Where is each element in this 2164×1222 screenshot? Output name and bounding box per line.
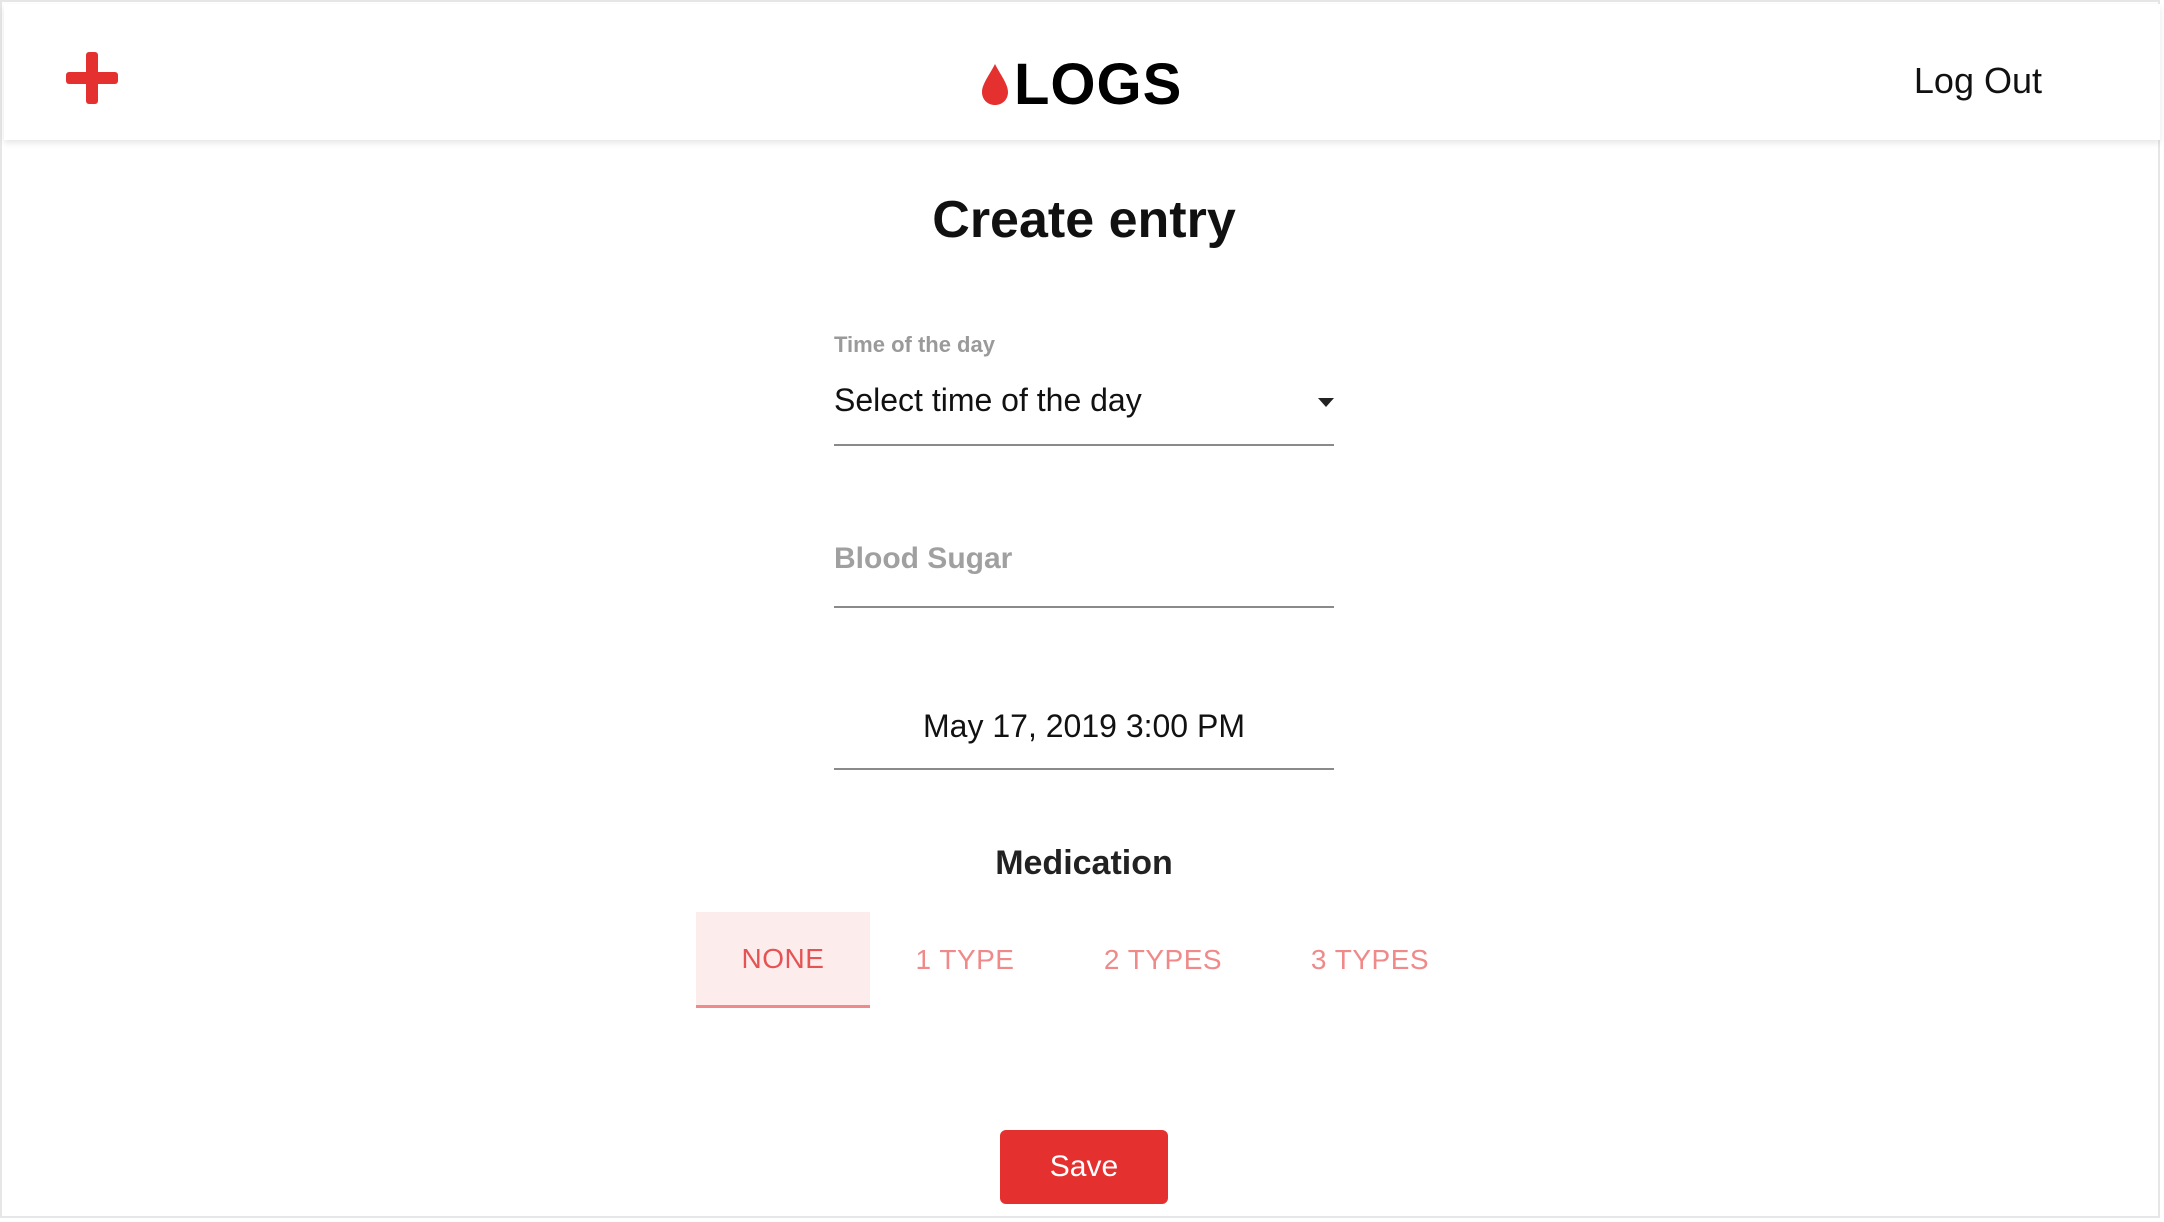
medication-tab-3-types[interactable]: 3 TYPES — [1266, 912, 1474, 1008]
brand-logo: LOGS — [980, 52, 1182, 117]
medication-heading: Medication — [995, 844, 1173, 882]
time-of-day-label: Time of the day — [834, 332, 995, 357]
caret-down-icon — [1318, 398, 1334, 407]
medication-tab-1-type[interactable]: 1 TYPE — [870, 912, 1060, 1008]
time-of-day-select[interactable]: Time of the day Select time of the day — [834, 324, 1334, 446]
save-button[interactable]: Save — [1000, 1130, 1168, 1204]
top-bar: LOGS Log Out — [4, 4, 2160, 140]
medication-tab-2-types[interactable]: 2 TYPES — [1060, 912, 1266, 1008]
add-entry-plus-icon[interactable] — [62, 48, 122, 108]
date-time-value: May 17, 2019 3:00 PM — [923, 708, 1245, 744]
date-time-field[interactable]: May 17, 2019 3:00 PM — [834, 692, 1334, 770]
brand-name: LOGS — [1014, 51, 1183, 117]
page-title: Create entry — [932, 191, 1236, 249]
blood-sugar-field[interactable] — [834, 522, 1334, 608]
logout-link[interactable]: Log Out — [1914, 60, 2042, 102]
medication-tab-none[interactable]: NONE — [696, 912, 870, 1008]
time-of-day-value: Select time of the day — [834, 382, 1142, 418]
app-window: LOGS Log Out Create entry Time of the da… — [0, 0, 2160, 1218]
blood-sugar-input[interactable] — [834, 542, 1334, 576]
blood-drop-icon — [982, 64, 1008, 105]
medication-tabs: NONE 1 TYPE 2 TYPES 3 TYPES — [696, 912, 1474, 1008]
